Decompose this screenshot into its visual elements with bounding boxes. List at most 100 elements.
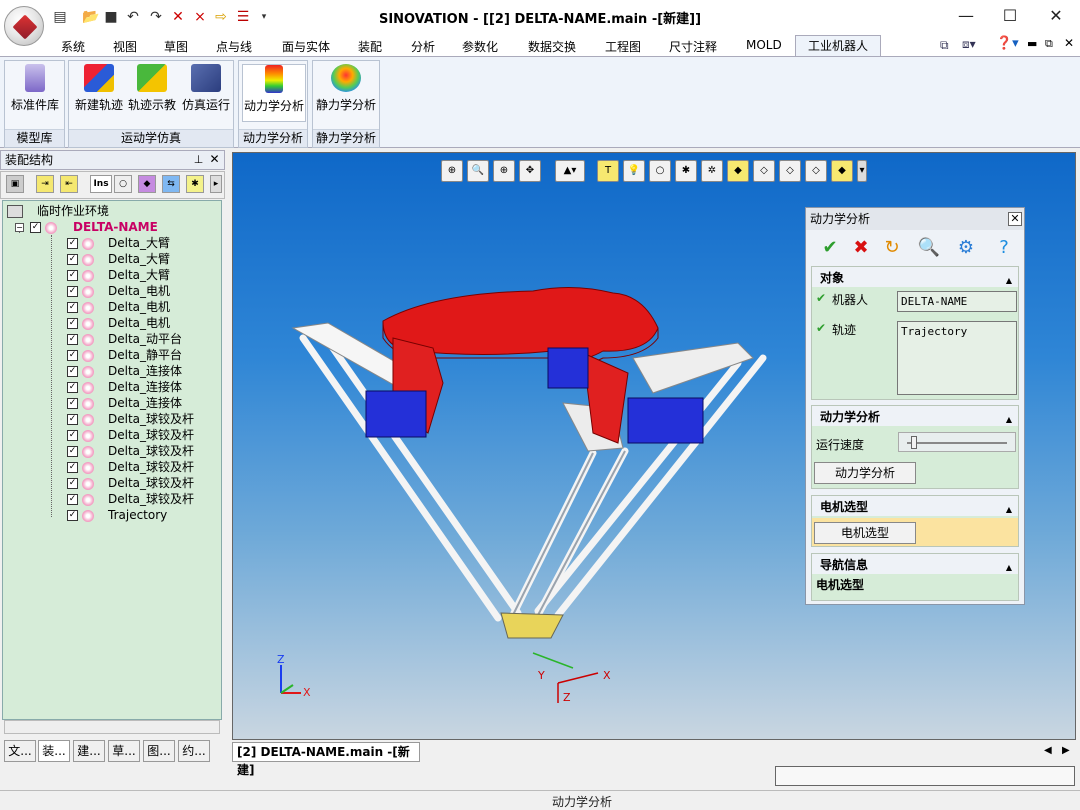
help-dropdown-icon[interactable]: ❓▾ xyxy=(996,36,1019,51)
collapse-caret-icon[interactable]: ▲ xyxy=(1006,270,1012,292)
help-icon[interactable]: ? xyxy=(990,234,1018,262)
menu-assembly[interactable]: 装配 xyxy=(358,38,382,55)
hidden-line-cube-icon[interactable]: ◇ xyxy=(779,160,801,182)
preview-icon[interactable]: 🔍 xyxy=(915,234,943,262)
gear-icon[interactable]: ✱ xyxy=(186,175,204,193)
checkbox[interactable]: ✓ xyxy=(67,238,78,249)
checkbox[interactable]: ✓ xyxy=(67,286,78,297)
checkbox[interactable]: ✓ xyxy=(67,446,78,457)
tab-constraint[interactable]: 约... xyxy=(178,740,210,762)
robot-field[interactable]: DELTA-NAME xyxy=(897,291,1017,312)
run-dynamics-button[interactable]: 动力学分析 xyxy=(814,462,916,484)
tree-item[interactable]: ✓ Delta_静平台 xyxy=(67,347,182,363)
mdi-close-icon[interactable]: ✕ xyxy=(1064,36,1074,50)
speed-slider[interactable] xyxy=(898,432,1016,452)
checkbox[interactable]: ✓ xyxy=(67,398,78,409)
checkbox[interactable]: ✓ xyxy=(67,350,78,361)
close-button[interactable]: ✕ xyxy=(1033,4,1079,28)
pin-icon[interactable]: ⊥ xyxy=(192,153,205,166)
tree-item[interactable]: ✓ Delta_球铰及杆 xyxy=(67,443,194,459)
section-motor-header[interactable]: 电机选型 ▲ xyxy=(812,496,1018,516)
zoom-in-icon[interactable]: ⊕ xyxy=(493,160,515,182)
mdi-restore-icon[interactable]: ⧉ xyxy=(1045,37,1053,51)
checkbox[interactable]: ✓ xyxy=(67,366,78,377)
tab-file[interactable]: 文... xyxy=(4,740,36,762)
lights-multi-icon[interactable]: ✱ xyxy=(675,160,697,182)
section-dynamics-header[interactable]: 动力学分析 ▲ xyxy=(812,406,1018,426)
motor-select-button[interactable]: 电机选型 xyxy=(814,522,916,544)
tree-item[interactable]: ✓ Delta_球铰及杆 xyxy=(67,411,194,427)
window-arrange-icon[interactable]: ⧈▾ xyxy=(962,37,976,52)
tree-horizontal-scrollbar[interactable] xyxy=(4,720,220,734)
save-structure-icon[interactable]: ▣ xyxy=(6,175,24,193)
zoom-window-icon[interactable]: 🔍 xyxy=(467,160,489,182)
mdi-minimize-icon[interactable]: ▬ xyxy=(1027,37,1037,50)
tree-item[interactable]: ✓ Delta_球铰及杆 xyxy=(67,475,194,491)
tab-build[interactable]: 建... xyxy=(73,740,105,762)
checkbox[interactable]: ✓ xyxy=(67,334,78,345)
pan-icon[interactable]: ✥ xyxy=(519,160,541,182)
collapse-icon[interactable]: − xyxy=(15,223,24,232)
collapse-caret-icon[interactable]: ▲ xyxy=(1006,557,1012,579)
trajectory-teach-button[interactable]: 轨迹示教 xyxy=(126,64,178,122)
apply-icon[interactable]: ↻ xyxy=(878,234,906,262)
light-off-icon[interactable]: ○ xyxy=(649,160,671,182)
menu-view[interactable]: 视图 xyxy=(113,38,137,55)
menu-point-line[interactable]: 点与线 xyxy=(216,38,252,55)
menu-data-exchange[interactable]: 数据交换 xyxy=(528,38,576,55)
panel-close-icon[interactable]: ✕ xyxy=(208,153,221,166)
checkbox[interactable]: ✓ xyxy=(67,254,78,265)
statics-analysis-button[interactable]: 静力学分析 xyxy=(314,64,378,122)
type-icon[interactable]: T xyxy=(597,160,619,182)
tree-item[interactable]: ✓ Delta_大臂 xyxy=(67,235,170,251)
menu-parametric[interactable]: 参数化 xyxy=(462,38,498,55)
section-object-header[interactable]: 对象 ▲ xyxy=(812,267,1018,287)
zoom-fit-icon[interactable]: ⊕ xyxy=(441,160,463,182)
tree-item[interactable]: ✓ Delta_球铰及杆 xyxy=(67,427,194,443)
tree-item[interactable]: ✓ Delta_电机 xyxy=(67,283,170,299)
lights-settings-icon[interactable]: ✲ xyxy=(701,160,723,182)
checkbox[interactable]: ✓ xyxy=(67,430,78,441)
tree-item[interactable]: ✓ Delta_大臂 xyxy=(67,251,170,267)
section-nav-header[interactable]: 导航信息 ▲ xyxy=(812,554,1018,574)
menu-system[interactable]: 系统 xyxy=(61,38,85,55)
tree-env[interactable]: 临时作业环境 xyxy=(7,203,109,219)
menu-industrial-robot[interactable]: 工业机器人 xyxy=(795,35,881,57)
window-layout-icon[interactable]: ⧉ xyxy=(940,38,949,53)
tree-item[interactable]: ✓ Delta_连接体 xyxy=(67,363,182,379)
tree-root[interactable]: − ✓ DELTA-NAME xyxy=(15,219,158,235)
tree-item[interactable]: ✓ Delta_连接体 xyxy=(67,395,182,411)
checkbox[interactable]: ✓ xyxy=(67,270,78,281)
tree-item[interactable]: ✓ Delta_电机 xyxy=(67,299,170,315)
new-trajectory-button[interactable]: 新建轨迹 xyxy=(72,64,126,122)
menu-analysis[interactable]: 分析 xyxy=(411,38,435,55)
ins-toggle[interactable]: Ins xyxy=(90,175,112,193)
checkbox[interactable]: ✓ xyxy=(67,318,78,329)
menu-drawing[interactable]: 工程图 xyxy=(605,38,641,55)
tree-item[interactable]: ✓ Trajectory xyxy=(67,507,167,523)
checkbox[interactable]: ✓ xyxy=(67,510,78,521)
more-icon[interactable]: ▸ xyxy=(210,175,222,193)
tab-scroll-left-icon[interactable]: ◀ xyxy=(1044,745,1052,756)
tab-sketch[interactable]: 草... xyxy=(108,740,140,762)
app-logo-icon[interactable] xyxy=(4,6,44,46)
ok-icon[interactable]: ✔ xyxy=(816,234,844,262)
cancel-icon[interactable]: ✖ xyxy=(847,234,875,262)
tab-drawing[interactable]: 图... xyxy=(143,740,175,762)
solid-cube-icon[interactable]: ◆ xyxy=(831,160,853,182)
checkbox[interactable]: ✓ xyxy=(30,222,41,233)
tree-item[interactable]: ✓ Delta_大臂 xyxy=(67,267,170,283)
checkbox[interactable]: ✓ xyxy=(67,302,78,313)
tree-collapse-icon[interactable]: ⇤ xyxy=(60,175,78,193)
tab-assembly[interactable]: 装... xyxy=(38,740,70,762)
menu-dimension[interactable]: 尺寸注释 xyxy=(669,38,717,55)
tree-expand-icon[interactable]: ⇥ xyxy=(36,175,54,193)
wire-cube-icon[interactable]: ◇ xyxy=(753,160,775,182)
checkbox[interactable]: ✓ xyxy=(67,414,78,425)
checkbox[interactable]: ✓ xyxy=(67,494,78,505)
swap-icon[interactable]: ⇆ xyxy=(162,175,180,193)
minimize-button[interactable]: — xyxy=(943,4,989,28)
checkbox[interactable]: ✓ xyxy=(67,382,78,393)
document-tab[interactable]: [2] DELTA-NAME.main -[新建] xyxy=(232,742,420,777)
more-dropdown-icon[interactable]: ▾ xyxy=(857,160,867,182)
